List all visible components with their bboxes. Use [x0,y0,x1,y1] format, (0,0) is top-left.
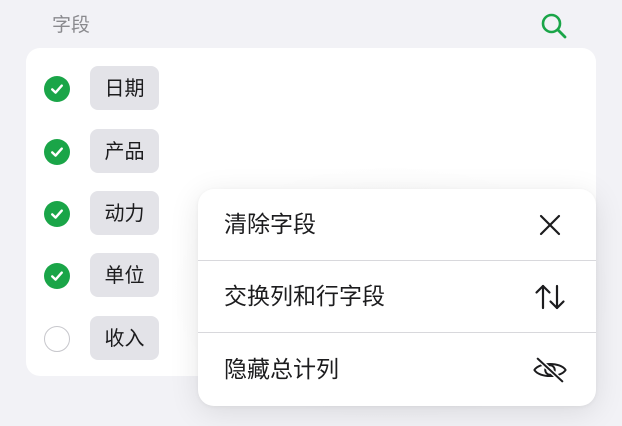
menu-item-clear-field[interactable]: 清除字段 [198,189,596,259]
field-chip-revenue[interactable]: 收入 [90,316,159,360]
context-menu: 清除字段 交换列和行字段 隐藏总计列 [198,189,596,406]
field-chip-units[interactable]: 单位 [90,253,159,297]
field-row-date[interactable]: 日期 [26,66,226,112]
field-chip-power[interactable]: 动力 [90,191,159,235]
field-checkbox-units[interactable] [44,263,70,289]
field-checkbox-date[interactable] [44,76,70,102]
checkmark-icon [51,147,64,157]
checkmark-icon [51,84,64,94]
menu-item-hide-total-column[interactable]: 隐藏总计列 [198,334,596,404]
field-chip-product[interactable]: 产品 [90,129,159,173]
checkmark-icon [51,271,64,281]
fields-header-title: 字段 [52,14,91,36]
menu-item-label: 清除字段 [224,212,316,238]
menu-item-swap-fields[interactable]: 交换列和行字段 [198,261,596,331]
swap-arrows-icon [535,284,565,310]
search-button[interactable] [538,10,570,42]
field-chip-date[interactable]: 日期 [90,66,159,110]
field-checkbox-product[interactable] [44,139,70,165]
menu-item-label: 交换列和行字段 [224,284,385,310]
search-icon [541,13,567,39]
close-icon [539,214,561,236]
field-checkbox-revenue[interactable] [44,326,70,352]
checkmark-icon [51,209,64,219]
eye-slash-icon [533,356,567,384]
menu-item-label: 隐藏总计列 [224,357,339,383]
field-checkbox-power[interactable] [44,201,70,227]
menu-divider [198,332,596,333]
